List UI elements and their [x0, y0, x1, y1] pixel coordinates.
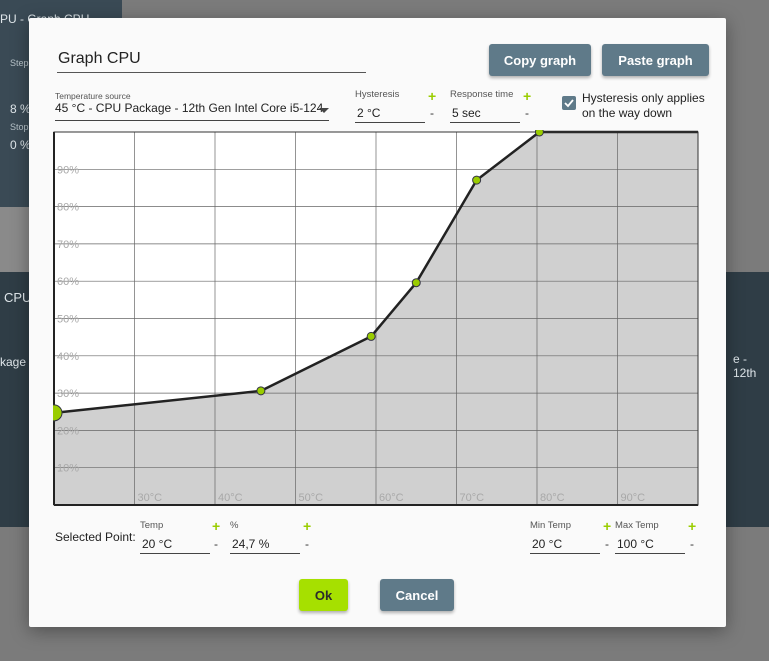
- curve-point[interactable]: [534, 130, 544, 137]
- curve-point[interactable]: [256, 386, 266, 396]
- y-tick-label: 50%: [57, 314, 79, 326]
- hysteresis-plus-button[interactable]: +: [428, 89, 436, 103]
- x-tick-label: 60°C: [379, 492, 404, 504]
- hysteresis-down-label: Hysteresis only applies on the way down: [582, 91, 705, 121]
- x-tick-label: 70°C: [460, 492, 485, 504]
- graph-name-input[interactable]: [57, 46, 366, 73]
- temperature-source-value: 45 °C - CPU Package - 12th Gen Intel Cor…: [55, 101, 324, 115]
- hysteresis-input[interactable]: [355, 104, 425, 123]
- temp-input[interactable]: [140, 535, 210, 554]
- temperature-source-label: Temperature source: [55, 91, 131, 101]
- y-tick-label: 60%: [57, 276, 79, 288]
- max-temp-input[interactable]: [615, 535, 685, 554]
- percent-minus-button[interactable]: -: [305, 538, 309, 550]
- x-tick-label: 80°C: [540, 492, 565, 504]
- hysteresis-minus-button[interactable]: -: [430, 107, 434, 119]
- background-stop-label: Stop: [10, 122, 29, 132]
- temp-label: Temp: [140, 520, 164, 531]
- min-temp-input[interactable]: [530, 535, 600, 554]
- hysteresis-down-checkbox[interactable]: [562, 96, 576, 110]
- x-tick-label: 30°C: [138, 492, 163, 504]
- y-tick-label: 20%: [57, 425, 79, 437]
- hysteresis-label: Hysteresis: [355, 89, 400, 100]
- background-card-title: CPU: [4, 290, 32, 305]
- percent-plus-button[interactable]: +: [303, 519, 311, 533]
- y-tick-label: 30%: [57, 388, 79, 400]
- x-tick-label: 40°C: [218, 492, 243, 504]
- response-time-input[interactable]: [450, 104, 520, 123]
- cancel-button[interactable]: Cancel: [380, 579, 454, 611]
- response-time-minus-button[interactable]: -: [525, 107, 529, 119]
- y-tick-label: 40%: [57, 351, 79, 363]
- temperature-source-select[interactable]: 45 °C - CPU Package - 12th Gen Intel Cor…: [55, 101, 329, 121]
- percent-input[interactable]: [230, 535, 300, 554]
- y-tick-label: 70%: [57, 239, 79, 251]
- curve-point[interactable]: [366, 331, 376, 341]
- graph-dialog: Copy graph Paste graph Temperature sourc…: [29, 18, 726, 627]
- hysteresis-down-label-line-2: on the way down: [582, 106, 673, 120]
- response-time-plus-button[interactable]: +: [523, 89, 531, 103]
- response-time-label: Response time: [450, 89, 514, 100]
- x-tick-label: 50°C: [299, 492, 324, 504]
- checkmark-icon: [564, 99, 574, 108]
- min-temp-label: Min Temp: [530, 520, 572, 531]
- curve-point[interactable]: [472, 175, 482, 185]
- min-temp-plus-button[interactable]: +: [603, 519, 611, 533]
- percent-label: %: [230, 520, 239, 531]
- max-temp-label: Max Temp: [615, 520, 659, 531]
- ok-button[interactable]: Ok: [299, 579, 348, 611]
- selected-point-label: Selected Point:: [55, 530, 136, 544]
- hysteresis-down-label-line-1: Hysteresis only applies: [582, 91, 705, 105]
- background-gap: [0, 207, 30, 272]
- temp-plus-button[interactable]: +: [212, 519, 220, 533]
- chevron-down-icon: [319, 108, 329, 113]
- background-stop-value: 0 %: [10, 138, 31, 152]
- background-steps-value: 8 %: [10, 102, 31, 116]
- y-tick-label: 90%: [57, 164, 79, 176]
- copy-graph-button[interactable]: Copy graph: [489, 44, 591, 76]
- curve-point[interactable]: [411, 278, 421, 288]
- min-temp-minus-button[interactable]: -: [605, 538, 609, 550]
- background-card-right-text: e - 12th: [733, 352, 757, 380]
- fan-curve-graph[interactable]: 30°C 40°C 50°C 60°C 70°C 80°C 90°C 10% 20% 30% 40%…: [53, 130, 699, 508]
- y-tick-label: 10%: [57, 463, 79, 475]
- x-tick-label: 90°C: [621, 492, 646, 504]
- y-tick-label: 80%: [57, 202, 79, 214]
- max-temp-minus-button[interactable]: -: [690, 538, 694, 550]
- paste-graph-button[interactable]: Paste graph: [602, 44, 709, 76]
- background-steps-label: Step: [10, 58, 29, 68]
- temp-minus-button[interactable]: -: [214, 538, 218, 550]
- max-temp-plus-button[interactable]: +: [688, 519, 696, 533]
